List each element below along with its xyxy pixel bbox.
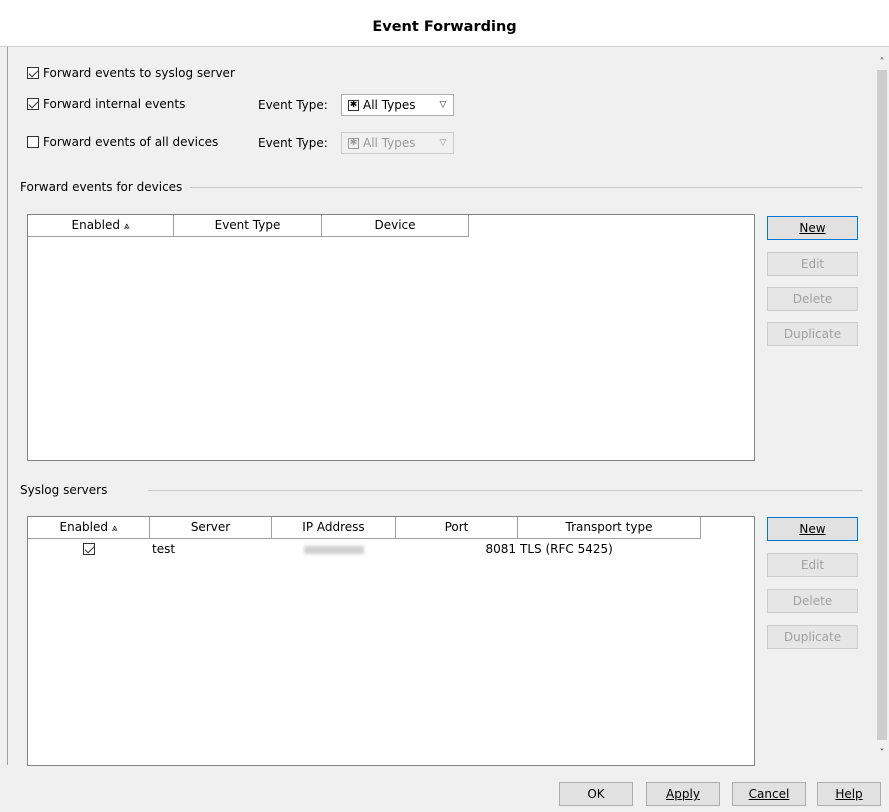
devices-col-device[interactable]: Device [322, 215, 469, 237]
row-ip-cell [272, 542, 396, 556]
ok-button[interactable]: OK [559, 782, 633, 806]
vertical-scrollbar[interactable]: ˄ ˅ [875, 57, 889, 760]
syslog-col-ip[interactable]: IP Address [272, 517, 396, 539]
all-types-icon: ✱ [348, 137, 359, 149]
row-transport-cell: TLS (RFC 5425) [520, 542, 613, 556]
syslog-group-title: Syslog servers [20, 483, 114, 497]
syslog-col-enabled[interactable]: Enabled ⩓ [28, 517, 150, 539]
syslog-table-header: Enabled ⩓ Server IP Address Port Transpo… [28, 517, 701, 539]
sort-icon: ⩓ [111, 523, 118, 534]
devices-edit-button[interactable]: Edit [767, 252, 858, 276]
table-row[interactable]: test 8081 TLS (RFC 5425) [28, 540, 701, 558]
redacted-ip [304, 545, 364, 554]
syslog-duplicate-button[interactable]: Duplicate [767, 625, 858, 649]
dialog-title: Event Forwarding [372, 19, 517, 35]
devices-col-event-type[interactable]: Event Type [174, 215, 322, 237]
row-server-cell: test [152, 542, 176, 556]
syslog-group-divider [148, 490, 863, 491]
cancel-button[interactable]: Cancel [732, 782, 806, 806]
all-devices-event-type-value: All Types [363, 136, 416, 150]
help-button[interactable]: Help [817, 782, 881, 806]
syslog-col-port[interactable]: Port [396, 517, 518, 539]
all-devices-event-type-label: Event Type: [258, 136, 328, 150]
forward-internal-label: Forward internal events [43, 97, 186, 111]
scrollbar-thumb[interactable] [877, 70, 887, 740]
syslog-col-server[interactable]: Server [150, 517, 272, 539]
dialog-titlebar: Event Forwarding [0, 0, 889, 47]
chevron-down-icon: ▽ [439, 138, 447, 148]
forward-all-devices-label: Forward events of all devices [43, 135, 219, 149]
devices-group-divider [190, 187, 863, 188]
row-enabled-checkbox[interactable] [83, 543, 95, 555]
devices-col-enabled[interactable]: Enabled ⩓ [28, 215, 174, 237]
syslog-delete-button[interactable]: Delete [767, 589, 858, 613]
all-types-icon: ✱ [348, 99, 359, 111]
internal-event-type-label: Event Type: [258, 98, 328, 112]
syslog-col-transport[interactable]: Transport type [518, 517, 701, 539]
syslog-table[interactable]: Enabled ⩓ Server IP Address Port Transpo… [27, 516, 755, 766]
devices-new-button[interactable]: New [767, 216, 858, 240]
forward-internal-checkbox[interactable] [27, 98, 39, 110]
devices-table-header: Enabled ⩓ Event Type Device [28, 215, 469, 237]
syslog-new-button[interactable]: New [767, 517, 858, 541]
scroll-up-icon[interactable]: ˄ [875, 57, 889, 69]
chevron-down-icon: ▽ [439, 100, 447, 110]
forward-all-devices-option[interactable]: Forward events of all devices [27, 135, 218, 149]
forward-syslog-option[interactable]: Forward events to syslog server [27, 66, 235, 80]
apply-button[interactable]: Apply [646, 782, 720, 806]
devices-duplicate-button[interactable]: Duplicate [767, 322, 858, 346]
forward-internal-option[interactable]: Forward internal events [27, 97, 185, 111]
devices-group-title: Forward events for devices [20, 180, 189, 194]
forward-syslog-label: Forward events to syslog server [43, 66, 235, 80]
devices-delete-button[interactable]: Delete [767, 287, 858, 311]
forward-all-devices-checkbox[interactable] [27, 136, 39, 148]
devices-table[interactable]: Enabled ⩓ Event Type Device [27, 214, 755, 461]
forward-syslog-checkbox[interactable] [27, 67, 39, 79]
scroll-down-icon[interactable]: ˅ [875, 748, 889, 760]
sort-icon: ⩓ [123, 221, 130, 232]
row-enabled-cell[interactable] [28, 543, 150, 555]
internal-event-type-value: All Types [363, 98, 416, 112]
internal-event-type-select[interactable]: ✱ All Types ▽ [341, 94, 454, 116]
syslog-edit-button[interactable]: Edit [767, 553, 858, 577]
row-port-cell: 8081 [485, 542, 516, 556]
all-devices-event-type-select[interactable]: ✱ All Types ▽ [341, 132, 454, 154]
